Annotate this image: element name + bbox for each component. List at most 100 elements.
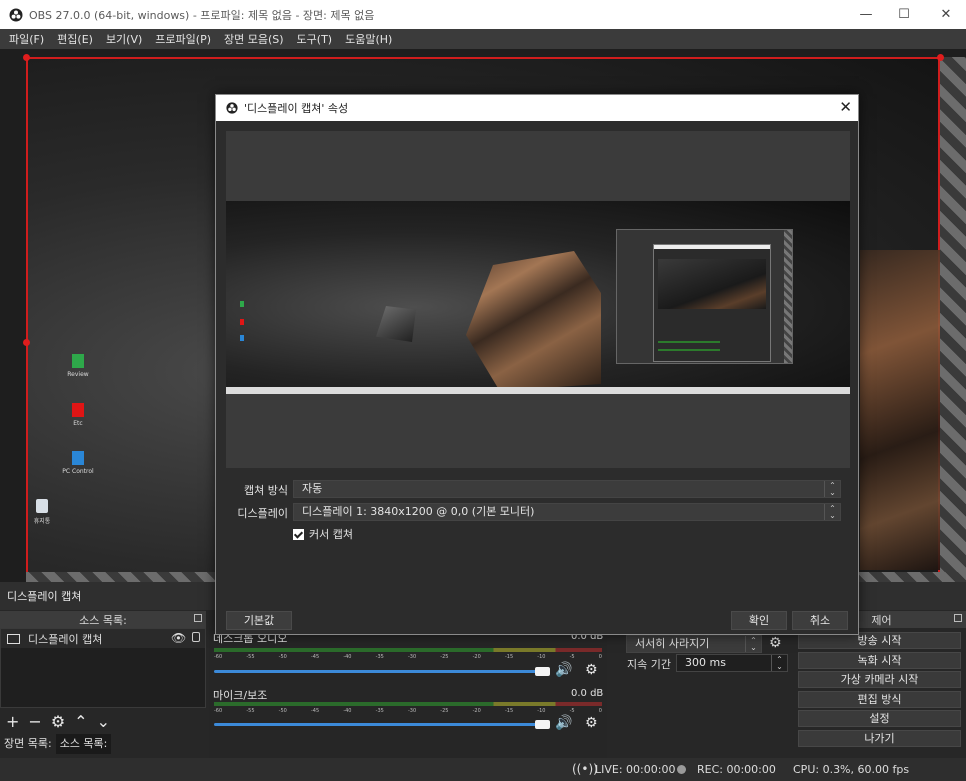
spin-arrows-icon[interactable]: ⌃ ⌄ <box>771 655 787 671</box>
gear-icon[interactable]: ⚙ <box>585 715 598 731</box>
nested-obs-window <box>616 229 793 364</box>
window-titlebar: OBS 27.0.0 (64-bit, windows) - 프로파일: 제목 … <box>0 0 966 29</box>
broadcast-icon: ((•)) <box>572 762 598 776</box>
volume-slider[interactable] <box>214 670 544 673</box>
dialog-title: '디스플레이 캡쳐' 속성 <box>244 102 349 115</box>
checkbox-checked[interactable] <box>293 528 304 540</box>
duration-spinbox[interactable]: 300 ms ⌃ ⌄ <box>676 654 788 672</box>
chevron-down-icon[interactable]: ⌄ <box>97 712 110 731</box>
menu-bar: 파일(F) 편집(E) 보기(V) 프로파일(P) 장면 모음(S) 도구(T)… <box>0 29 966 49</box>
remove-source-icon[interactable]: − <box>28 712 41 731</box>
mixer-track-name: 마이크/보조 <box>213 689 268 702</box>
rec-timer: REC: 00:00:00 <box>697 763 776 776</box>
controls-dock-title: 제어 <box>871 613 892 627</box>
speaker-icon[interactable]: 🔊 <box>555 662 572 678</box>
properties-dialog: '디스플레이 캡쳐' 속성 ✕ 캡쳐 방식 자동 ⌃ ⌄ 디스플레이 디스플레이… <box>215 94 859 635</box>
gear-icon[interactable]: ⚙ <box>51 712 65 731</box>
sources-list[interactable]: 디스플레이 캡쳐 👁 <box>0 628 206 708</box>
file-icon <box>72 354 84 368</box>
volume-slider[interactable] <box>214 723 544 726</box>
dock-tabs: 장면 목록: 소스 목록: <box>0 734 112 754</box>
recycle-bin-icon <box>36 499 48 513</box>
capture-preview-image <box>226 201 850 394</box>
cpu-fps: CPU: 0.3%, 60.00 fps <box>793 763 910 776</box>
defaults-button[interactable]: 기본값 <box>226 611 292 630</box>
audio-mixer: 데스크톱 오디오 0.0 dB -60 -55 -50 -45 -40 -35 -30 -25… <box>209 628 607 758</box>
file-icon <box>72 403 84 417</box>
menu-help[interactable]: 도움말(H) <box>339 31 399 47</box>
menu-tools[interactable]: 도구(T) <box>291 31 340 47</box>
start-virtual-camera-button[interactable]: 가상 카메라 시작 <box>798 671 961 688</box>
tab-sources[interactable]: 소스 목록: <box>55 734 112 754</box>
chevron-updown-icon: ⌃ ⌄ <box>824 504 840 520</box>
desktop-icon-etc: Etc <box>58 403 98 427</box>
menu-file[interactable]: 파일(F) <box>3 31 51 47</box>
taskbar <box>226 387 850 394</box>
lock-icon[interactable] <box>192 632 200 642</box>
menu-view[interactable]: 보기(V) <box>100 31 149 47</box>
gear-icon[interactable]: ⚙ <box>769 635 782 651</box>
speaker-icon[interactable]: 🔊 <box>555 715 572 731</box>
desktop-icon-recycle-bin: 휴지통 <box>22 499 62 525</box>
chevron-up-icon[interactable]: ⌃ <box>74 712 87 731</box>
transition-select[interactable]: 서서히 사라지기 ⌃ ⌄ <box>626 635 762 653</box>
menu-scene-collection[interactable]: 장면 모음(S) <box>218 31 291 47</box>
chevron-updown-icon: ⌃ ⌄ <box>824 481 840 497</box>
display-label: 디스플레이 <box>237 507 288 520</box>
cube-graphic <box>376 306 416 342</box>
volume-slider-thumb[interactable] <box>535 667 550 676</box>
eye-icon[interactable]: 👁 <box>171 631 186 645</box>
exit-button[interactable]: 나가기 <box>798 730 961 747</box>
duration-label: 지속 기간 <box>627 658 671 671</box>
file-icon <box>72 451 84 465</box>
add-source-icon[interactable]: + <box>6 712 19 731</box>
settings-button[interactable]: 설정 <box>798 710 961 727</box>
menu-edit[interactable]: 편집(E) <box>51 31 100 47</box>
obs-logo-icon <box>9 8 23 21</box>
meter-scale: -60 -55 -50 -45 -40 -35 -30 -25 -20 -15 -10 -5 0 <box>214 708 602 714</box>
capture-method-label: 캡쳐 방식 <box>244 484 288 497</box>
dialog-titlebar: '디스플레이 캡쳐' 속성 ✕ <box>216 95 858 121</box>
meter-scale: -60 -55 -50 -45 -40 -35 -30 -25 -20 -15 -10 -5 0 <box>214 654 602 660</box>
preview-out-of-bounds-right <box>940 57 966 580</box>
minimize-button[interactable]: — <box>846 0 886 29</box>
volume-slider-thumb[interactable] <box>535 720 550 729</box>
obs-logo-icon <box>226 102 238 114</box>
volume-meter <box>214 702 602 706</box>
resize-handle-top-right[interactable] <box>937 54 944 61</box>
maximize-button[interactable]: ☐ <box>884 0 924 29</box>
close-button[interactable]: ✕ <box>926 0 966 29</box>
ok-button[interactable]: 확인 <box>731 611 787 630</box>
cancel-button[interactable]: 취소 <box>792 611 848 630</box>
file-icon <box>240 301 244 307</box>
controls-panel: 방송 시작 녹화 시작 가상 카메라 시작 편집 방식 설정 나가기 <box>797 628 966 758</box>
display-select[interactable]: 디스플레이 1: 3840x1200 @ 0,0 (기본 모니터) ⌃ ⌄ <box>293 503 841 521</box>
preview-cubes-graphic <box>860 250 940 570</box>
close-icon[interactable]: ✕ <box>839 98 852 116</box>
menu-profile[interactable]: 프로파일(P) <box>149 31 218 47</box>
record-dot-icon <box>677 765 686 774</box>
resize-handle-left[interactable] <box>23 339 30 346</box>
undock-icon[interactable] <box>194 614 202 622</box>
mixer-track-db: 0.0 dB <box>571 688 604 699</box>
capture-method-select[interactable]: 자동 ⌃ ⌄ <box>293 480 841 498</box>
capture-cursor-checkbox[interactable]: 커서 캡쳐 <box>293 526 353 542</box>
file-icon <box>240 319 244 325</box>
file-icon <box>240 335 244 341</box>
undock-icon[interactable] <box>954 614 962 622</box>
live-timer: LIVE: 00:00:00 <box>595 763 676 776</box>
nested-dialog <box>653 244 771 362</box>
source-item[interactable]: 디스플레이 캡쳐 👁 <box>1 629 205 648</box>
transition-panel: 서서히 사라지기 ⌃ ⌄ ⚙ 지속 기간 300 ms ⌃ ⌄ <box>620 628 790 758</box>
chevron-updown-icon: ⌃ ⌄ <box>745 636 761 652</box>
sources-dock-title: 소스 목록: <box>79 613 127 627</box>
start-recording-button[interactable]: 녹화 시작 <box>798 652 961 669</box>
resize-handle-top-left[interactable] <box>23 54 30 61</box>
window-title: OBS 27.0.0 (64-bit, windows) - 프로파일: 제목 … <box>29 8 375 22</box>
tab-scenes[interactable]: 장면 목록: <box>0 734 56 754</box>
cubes-graphic <box>466 251 601 391</box>
gear-icon[interactable]: ⚙ <box>585 662 598 678</box>
studio-mode-button[interactable]: 편집 방식 <box>798 691 961 708</box>
dialog-preview <box>226 131 850 468</box>
desktop-icon-review: Review <box>58 354 98 378</box>
